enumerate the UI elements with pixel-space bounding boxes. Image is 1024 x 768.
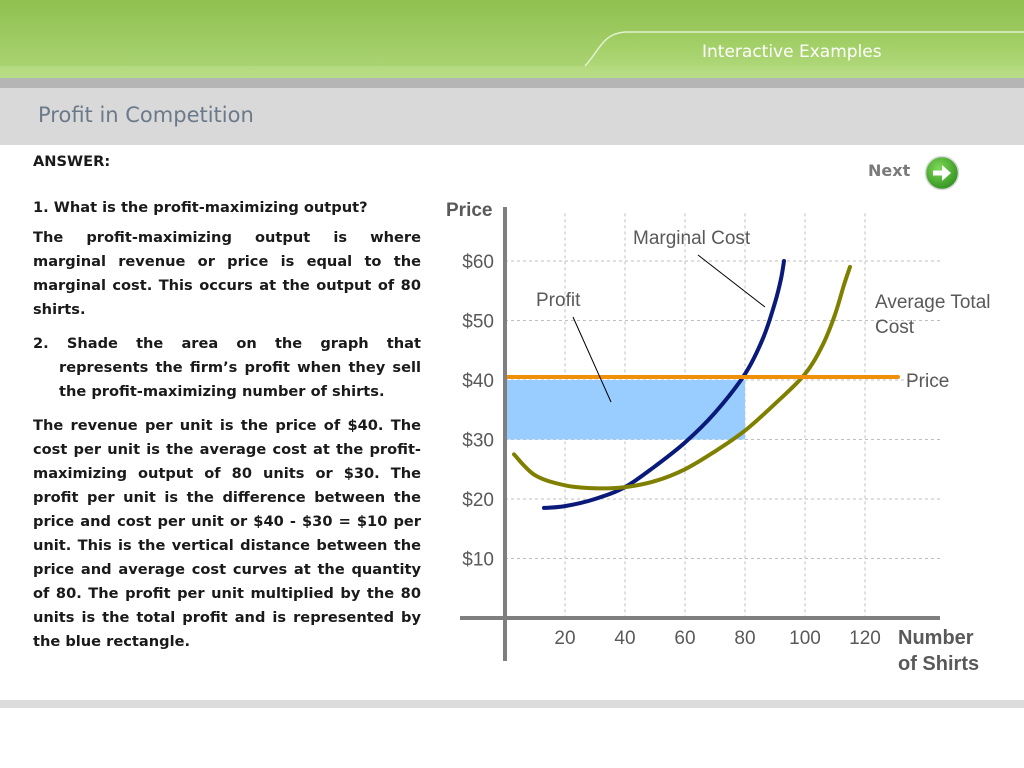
x-tick-label: 80	[734, 628, 755, 649]
y-tick-label: $20	[462, 490, 494, 511]
y-tick-label: $50	[462, 312, 494, 333]
x-tick-label: 100	[789, 628, 821, 649]
y-tick-label: $60	[462, 252, 494, 273]
question-1: 1. What is the profit-maximizing output?	[33, 199, 368, 216]
annotation-atc-line2: Cost	[875, 317, 915, 338]
y-tick-label: $30	[462, 431, 494, 452]
next-arrow-icon[interactable]	[924, 155, 960, 191]
x-tick-label: 60	[674, 628, 695, 649]
x-tick-label: 120	[849, 628, 881, 649]
x-tick-label: 40	[614, 628, 635, 649]
x-axis-label-line1: Number	[898, 627, 974, 649]
annotation-pointer-mc	[697, 254, 766, 308]
page-title: Profit in Competition	[38, 103, 254, 127]
y-axis-label: Price	[446, 200, 492, 221]
answer-1: The profit-maximizing output is where ma…	[33, 229, 421, 318]
y-tick-label: $40	[462, 371, 494, 392]
x-axis-label-line2: of Shirts	[898, 653, 979, 675]
profit-area	[505, 380, 745, 440]
answer-2: The revenue per unit is the price of $40…	[33, 417, 421, 650]
y-tick-label: $10	[462, 550, 494, 571]
next-label[interactable]: Next	[868, 161, 910, 180]
answer-label: ANSWER:	[33, 153, 111, 170]
question-2: 2. Shade the area on the graph that repr…	[33, 335, 421, 400]
annotation-atc-line1: Average Total	[875, 292, 991, 313]
x-tick-label: 20	[554, 628, 575, 649]
footer-divider	[0, 700, 1024, 708]
annotation-marginal-cost: Marginal Cost	[633, 228, 751, 249]
annotation-profit: Profit	[536, 290, 581, 311]
annotation-price: Price	[906, 371, 949, 392]
banner-title: Interactive Examples	[702, 42, 882, 62]
answer-text: ANSWER: 1. What is the profit-maximizing…	[33, 150, 421, 664]
profit-chart: $10 $20 $30 $40 $50 $60 20 40 60 80 100 120 Price Num…	[446, 200, 991, 675]
